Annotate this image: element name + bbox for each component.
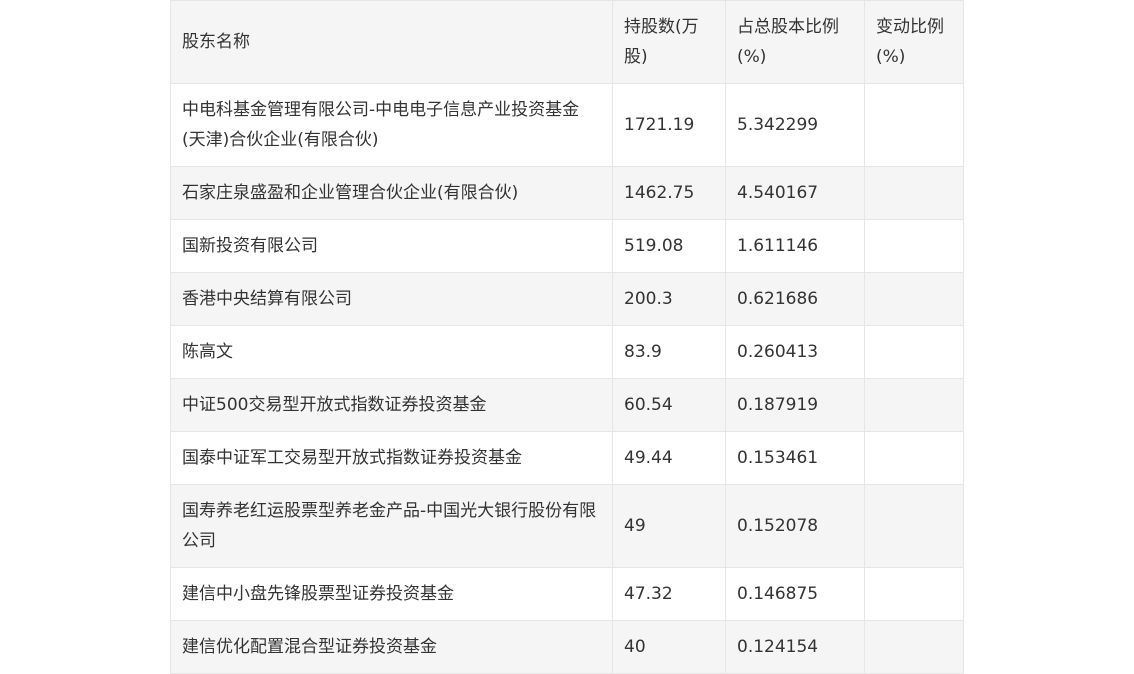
table-row: 石家庄泉盛盈和企业管理合伙企业(有限合伙) 1462.75 4.540167: [170, 166, 964, 220]
table-row: 建信优化配置混合型证券投资基金 40 0.124154: [170, 620, 964, 674]
cell-ratio: 5.342299: [725, 83, 865, 167]
table-row: 国新投资有限公司 519.08 1.611146: [170, 219, 964, 273]
cell-change: [864, 620, 964, 674]
cell-shareholder-name: 中证500交易型开放式指数证券投资基金: [170, 378, 613, 432]
cell-change: [864, 431, 964, 485]
cell-ratio: 0.124154: [725, 620, 865, 674]
cell-shares: 60.54: [612, 378, 726, 432]
header-shareholder-name: 股东名称: [170, 0, 613, 84]
cell-shareholder-name: 建信中小盘先锋股票型证券投资基金: [170, 567, 613, 621]
cell-ratio: 1.611146: [725, 219, 865, 273]
cell-change: [864, 83, 964, 167]
cell-change: [864, 219, 964, 273]
cell-ratio: 0.187919: [725, 378, 865, 432]
cell-shareholder-name: 中电科基金管理有限公司-中电电子信息产业投资基金(天津)合伙企业(有限合伙): [170, 83, 613, 167]
cell-change: [864, 166, 964, 220]
cell-shareholder-name: 石家庄泉盛盈和企业管理合伙企业(有限合伙): [170, 166, 613, 220]
header-shares: 持股数(万股): [612, 0, 726, 84]
cell-change: [864, 378, 964, 432]
header-change: 变动比例(%): [864, 0, 964, 84]
cell-change: [864, 567, 964, 621]
cell-ratio: 0.152078: [725, 484, 865, 568]
cell-shareholder-name: 国泰中证军工交易型开放式指数证券投资基金: [170, 431, 613, 485]
cell-ratio: 0.146875: [725, 567, 865, 621]
shareholder-table-container: 股东名称 持股数(万股) 占总股本比例(%) 变动比例(%) 中电科基金管理有限…: [170, 0, 964, 674]
cell-shareholder-name: 香港中央结算有限公司: [170, 272, 613, 326]
cell-shares: 200.3: [612, 272, 726, 326]
cell-shares: 47.32: [612, 567, 726, 621]
cell-shares: 49.44: [612, 431, 726, 485]
table-row: 中证500交易型开放式指数证券投资基金 60.54 0.187919: [170, 378, 964, 432]
table-row: 建信中小盘先锋股票型证券投资基金 47.32 0.146875: [170, 567, 964, 621]
header-ratio: 占总股本比例(%): [725, 0, 865, 84]
cell-change: [864, 272, 964, 326]
table-row: 国泰中证军工交易型开放式指数证券投资基金 49.44 0.153461: [170, 431, 964, 485]
table-row: 国寿养老红运股票型养老金产品-中国光大银行股份有限公司 49 0.152078: [170, 484, 964, 568]
cell-ratio: 4.540167: [725, 166, 865, 220]
cell-shareholder-name: 建信优化配置混合型证券投资基金: [170, 620, 613, 674]
cell-shares: 49: [612, 484, 726, 568]
table-row: 中电科基金管理有限公司-中电电子信息产业投资基金(天津)合伙企业(有限合伙) 1…: [170, 83, 964, 167]
cell-shares: 519.08: [612, 219, 726, 273]
cell-shares: 40: [612, 620, 726, 674]
table-row: 陈高文 83.9 0.260413: [170, 325, 964, 379]
cell-shareholder-name: 国新投资有限公司: [170, 219, 613, 273]
table-row: 香港中央结算有限公司 200.3 0.621686: [170, 272, 964, 326]
cell-shares: 1462.75: [612, 166, 726, 220]
cell-shares: 83.9: [612, 325, 726, 379]
cell-ratio: 0.260413: [725, 325, 865, 379]
cell-change: [864, 325, 964, 379]
table-header-row: 股东名称 持股数(万股) 占总股本比例(%) 变动比例(%): [170, 0, 964, 84]
cell-shareholder-name: 国寿养老红运股票型养老金产品-中国光大银行股份有限公司: [170, 484, 613, 568]
cell-shares: 1721.19: [612, 83, 726, 167]
cell-change: [864, 484, 964, 568]
cell-shareholder-name: 陈高文: [170, 325, 613, 379]
cell-ratio: 0.153461: [725, 431, 865, 485]
shareholder-table: 股东名称 持股数(万股) 占总股本比例(%) 变动比例(%) 中电科基金管理有限…: [170, 0, 964, 674]
cell-ratio: 0.621686: [725, 272, 865, 326]
